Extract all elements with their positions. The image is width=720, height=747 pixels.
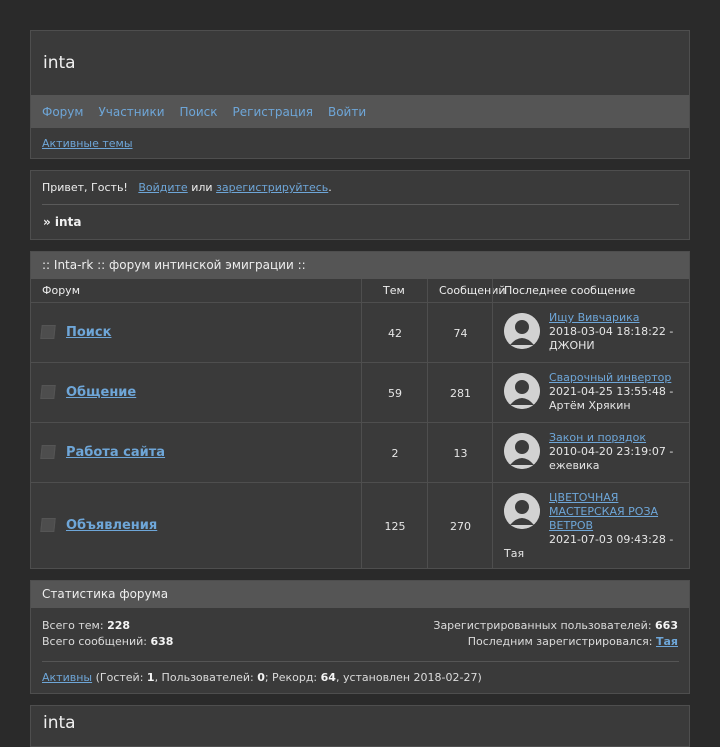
last-post-link[interactable]: Сварочный инвертор bbox=[549, 371, 679, 385]
last-post-author: Артём Хрякин bbox=[549, 399, 631, 412]
posts-count: 13 bbox=[453, 447, 468, 460]
registered-users: Зарегистрированных пользователей: 663 bbox=[433, 619, 678, 632]
online-users-link[interactable]: Активны bbox=[42, 671, 92, 684]
forum-table: :: Inta-rk :: форум интинской эмиграции … bbox=[30, 251, 690, 569]
total-topics: Всего тем: 228 bbox=[42, 619, 130, 632]
divider bbox=[42, 661, 679, 662]
total-posts-value: 638 bbox=[150, 635, 174, 648]
posts-count: 74 bbox=[453, 327, 468, 340]
last-post-date: 2018-03-04 18:18:22 - bbox=[549, 325, 674, 338]
online-line: Активны (Гостей: 1, Пользователей: 0; Ре… bbox=[42, 671, 482, 684]
record-label: ; Рекорд: bbox=[264, 671, 321, 684]
forum-link-site-work[interactable]: Работа сайта bbox=[66, 445, 165, 460]
nav-login[interactable]: Войти bbox=[328, 105, 366, 119]
last-post-link[interactable]: Ищу Вивчарика bbox=[549, 311, 679, 325]
nav-register[interactable]: Регистрация bbox=[233, 105, 313, 119]
avatar-icon bbox=[504, 433, 540, 469]
col-last-post: Последнее сообщение bbox=[504, 284, 636, 297]
total-topics-value: 228 bbox=[107, 619, 131, 632]
topics-count: 42 bbox=[388, 327, 402, 340]
last-post-info: Ищу Вивчарика 2018-03-04 18:18:22 - ДЖОН… bbox=[549, 311, 679, 353]
record-value: 64 bbox=[320, 671, 336, 684]
last-registered-user-link[interactable]: Тая bbox=[656, 635, 678, 648]
welcome-panel: Привет, Гость! Войдите или зарегистрируй… bbox=[30, 170, 690, 240]
greeting-line: Привет, Гость! Войдите или зарегистрируй… bbox=[42, 181, 332, 194]
site-title: inta bbox=[43, 53, 76, 73]
table-row: Поиск 42 74 Ищу Вивчарика 2018-03-04 18:… bbox=[31, 302, 689, 362]
period-text: . bbox=[328, 181, 332, 194]
last-post-date: 2021-07-03 09:43:28 - bbox=[549, 533, 674, 546]
forum-stats: Статистика форума Всего тем: 228 Всего с… bbox=[30, 580, 690, 694]
active-topics-link[interactable]: Активные темы bbox=[42, 137, 133, 150]
last-registered-label: Последним зарегистрировался: bbox=[467, 635, 653, 648]
nav-forum[interactable]: Форум bbox=[42, 105, 83, 119]
posts-count: 270 bbox=[450, 520, 471, 533]
last-post-info: Закон и порядок 2010-04-20 23:19:07 - еж… bbox=[549, 431, 679, 473]
last-post-author: ДЖОНИ bbox=[549, 339, 595, 352]
topics-count: 125 bbox=[384, 520, 406, 533]
login-link[interactable]: Войдите bbox=[138, 181, 187, 194]
posts-count: 281 bbox=[450, 387, 471, 400]
avatar-icon bbox=[504, 313, 540, 349]
guests-label: (Гостей: bbox=[92, 671, 147, 684]
forum-status-icon bbox=[40, 325, 56, 339]
forum-status-icon bbox=[40, 445, 56, 459]
last-post-link[interactable]: ЦВЕТОЧНАЯ МАСТЕРСКАЯ РОЗА ВЕТРОВ bbox=[549, 491, 679, 533]
total-posts-label: Всего сообщений: bbox=[42, 635, 147, 648]
nav-search[interactable]: Поиск bbox=[180, 105, 218, 119]
footer-panel: inta bbox=[30, 705, 690, 747]
nav-members[interactable]: Участники bbox=[98, 105, 164, 119]
forum-header: inta Форум Участники Поиск Регистрация В… bbox=[30, 30, 690, 159]
last-post-date: 2010-04-20 23:19:07 - bbox=[549, 445, 674, 458]
forum-link-search[interactable]: Поиск bbox=[66, 325, 111, 340]
last-post-link[interactable]: Закон и порядок bbox=[549, 431, 679, 445]
guests-value: 1 bbox=[146, 671, 155, 684]
divider bbox=[42, 204, 679, 205]
last-post-info: Сварочный инвертор 2021-04-25 13:55:48 -… bbox=[549, 371, 679, 413]
table-row: Объявления 125 270 ЦВЕТОЧНАЯ МАСТЕРСКАЯ … bbox=[31, 482, 689, 569]
forum-link-general[interactable]: Общение bbox=[66, 385, 136, 400]
last-post-author: ежевика bbox=[549, 459, 600, 472]
category-title: :: Inta-rk :: форум интинской эмиграции … bbox=[31, 252, 689, 279]
users-online-value: 0 bbox=[257, 671, 265, 684]
topics-count: 59 bbox=[388, 387, 402, 400]
avatar-icon bbox=[504, 373, 540, 409]
greeting-text: Привет, Гость! bbox=[42, 181, 128, 194]
col-topics: Тем bbox=[383, 284, 405, 297]
users-online-label: , Пользователей: bbox=[154, 671, 258, 684]
table-row: Общение 59 281 Сварочный инвертор 2021-0… bbox=[31, 362, 689, 422]
record-date: , установлен 2018-02-27) bbox=[335, 671, 482, 684]
last-post-author: Тая bbox=[504, 547, 525, 560]
forum-status-icon bbox=[40, 518, 56, 532]
last-post-info: ЦВЕТОЧНАЯ МАСТЕРСКАЯ РОЗА ВЕТРОВ 2021-07… bbox=[549, 491, 679, 547]
col-posts: Сообщений bbox=[439, 284, 506, 297]
stats-title: Статистика форума bbox=[31, 581, 689, 608]
registered-users-value: 663 bbox=[655, 619, 678, 632]
or-text: или bbox=[191, 181, 213, 194]
registered-users-label: Зарегистрированных пользователей: bbox=[433, 619, 652, 632]
total-topics-label: Всего тем: bbox=[42, 619, 104, 632]
total-posts: Всего сообщений: 638 bbox=[42, 635, 173, 648]
register-link[interactable]: зарегистрируйтесь bbox=[216, 181, 328, 194]
last-post-date: 2021-04-25 13:55:48 - bbox=[549, 385, 674, 398]
forum-link-ads[interactable]: Объявления bbox=[66, 518, 157, 533]
last-registered: Последним зарегистрировался: Тая bbox=[468, 635, 678, 648]
footer-title: inta bbox=[43, 713, 76, 733]
topics-count: 2 bbox=[391, 447, 399, 460]
table-header: Форум Тем Сообщений Последнее сообщение bbox=[31, 279, 689, 302]
main-nav: Форум Участники Поиск Регистрация Войти bbox=[31, 95, 689, 128]
avatar-icon bbox=[504, 493, 540, 529]
forum-status-icon bbox=[40, 385, 56, 399]
col-forum: Форум bbox=[42, 284, 80, 297]
table-row: Работа сайта 2 13 Закон и порядок 2010-0… bbox=[31, 422, 689, 482]
breadcrumb: » inta bbox=[43, 215, 82, 229]
